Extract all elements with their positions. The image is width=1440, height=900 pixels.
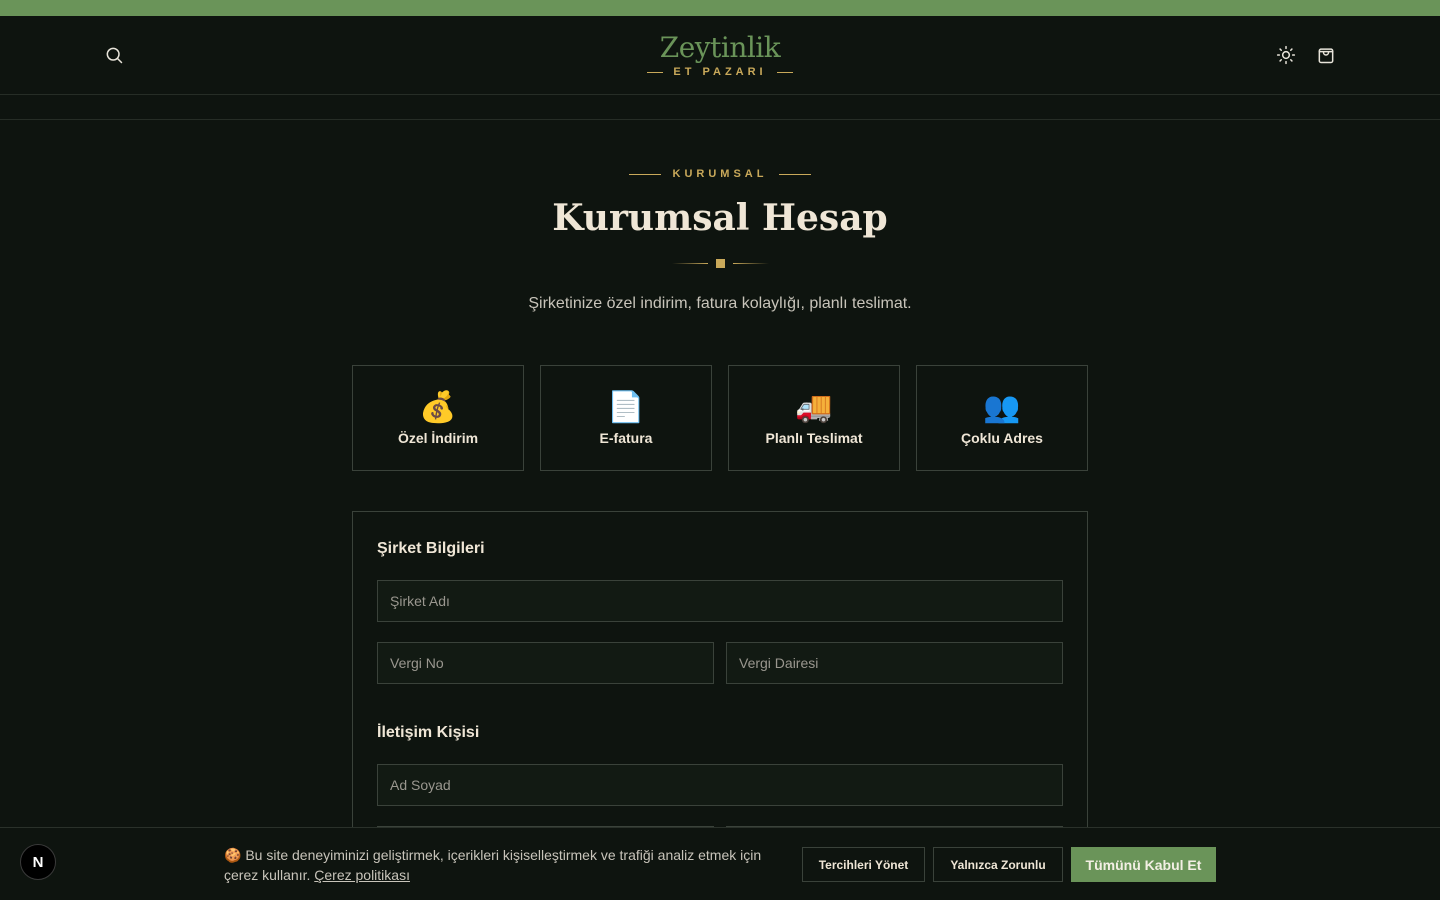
logo-title: Zeytinlik — [659, 31, 781, 64]
cookie-text: 🍪 Bu site deneyiminizi geliştirmek, içer… — [224, 847, 762, 883]
truck-icon: 🚚 — [795, 390, 833, 425]
eyebrow-rule-left — [628, 173, 661, 175]
site-logo[interactable]: Zeytinlik ET PAZARI — [620, 30, 820, 78]
necessary-only-button[interactable]: Yalnızca Zorunlu — [933, 847, 1063, 882]
dev-tools-badge[interactable]: N — [20, 844, 56, 880]
search-icon[interactable] — [100, 41, 128, 69]
logo-rule-left — [647, 71, 664, 73]
manage-preferences-button[interactable]: Tercihleri Yönet — [802, 847, 925, 882]
divider-diamond — [715, 259, 725, 268]
feature-label: E-fatura — [599, 430, 653, 446]
accept-all-button[interactable]: Tümünü Kabul Et — [1071, 847, 1216, 882]
header-sub-bar — [0, 95, 1440, 120]
eyebrow-label: KURUMSAL — [672, 168, 768, 180]
logo-subtitle: ET PAZARI — [673, 66, 767, 78]
company-section-title: Şirket Bilgileri — [377, 540, 485, 557]
full-name-input[interactable]: Ad Soyad — [377, 764, 1063, 806]
feature-card-delivery: 🚚 Planlı Teslimat — [728, 365, 900, 471]
page-subtitle: Şirketinize özel indirim, fatura kolaylı… — [528, 295, 912, 312]
section-eyebrow: KURUMSAL — [0, 168, 1440, 180]
people-icon: 👥 — [983, 390, 1021, 425]
divider-line-right — [732, 263, 769, 264]
shopping-bag-icon[interactable] — [1312, 41, 1340, 69]
eyebrow-rule-right — [779, 173, 812, 175]
cookie-message: 🍪 Bu site deneyiminizi geliştirmek, içer… — [224, 845, 784, 885]
tax-office-input[interactable]: Vergi Dairesi — [726, 642, 1063, 684]
contact-section-title: İletişim Kişisi — [377, 724, 480, 741]
feature-card-multi-address: 👥 Çoklu Adres — [916, 365, 1088, 471]
site-header: Zeytinlik ET PAZARI — [0, 16, 1440, 95]
logo-rule-right — [776, 71, 793, 73]
page-title: Kurumsal Hesap — [552, 197, 888, 239]
company-name-input[interactable]: Şirket Adı — [377, 580, 1063, 622]
tax-number-input[interactable]: Vergi No — [377, 642, 714, 684]
document-icon: 📄 — [607, 390, 645, 425]
ornament-divider — [0, 259, 1440, 268]
feature-card-discount: 💰 Özel İndirim — [352, 365, 524, 471]
feature-label: Planlı Teslimat — [765, 430, 863, 446]
cookie-policy-link[interactable]: Çerez politikası — [314, 867, 410, 883]
feature-label: Çoklu Adres — [961, 430, 1043, 446]
top-accent-bar — [0, 0, 1440, 16]
divider-line-left — [671, 263, 708, 264]
sun-icon[interactable] — [1272, 41, 1300, 69]
logo-subtitle-row: ET PAZARI — [620, 66, 820, 78]
money-bag-icon: 💰 — [419, 390, 457, 425]
feature-card-einvoice: 📄 E-fatura — [540, 365, 712, 471]
feature-label: Özel İndirim — [397, 430, 479, 446]
feature-list: 💰 Özel İndirim 📄 E-fatura 🚚 Planlı Tesli… — [352, 365, 1088, 471]
cookie-banner: 🍪 Bu site deneyiminizi geliştirmek, içer… — [0, 827, 1440, 900]
